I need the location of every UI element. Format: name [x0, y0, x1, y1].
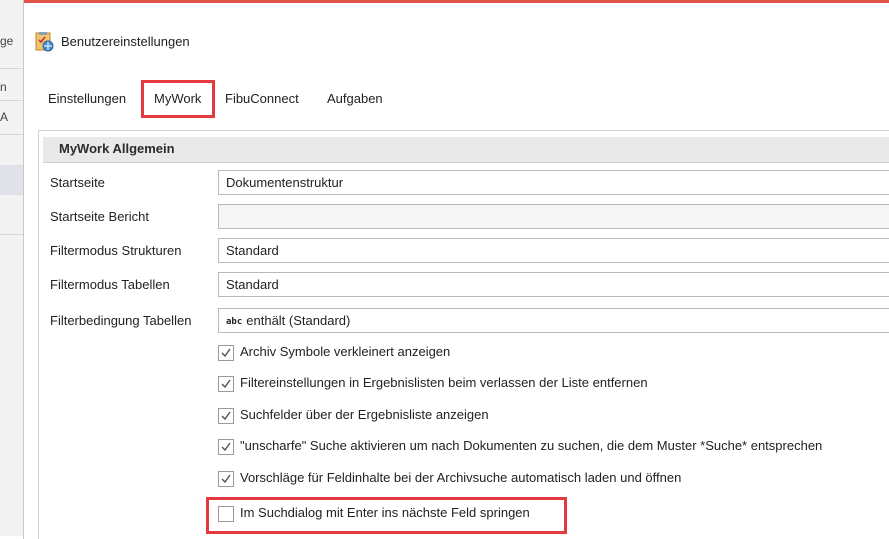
abc-text-icon: abc: [226, 317, 243, 327]
divider: [0, 100, 23, 101]
filtermodus-tabellen-dropdown[interactable]: Standard: [218, 272, 889, 297]
background-window: ge n A: [0, 0, 23, 536]
checkmark-icon: [221, 348, 231, 358]
background-selected-row: [0, 165, 23, 195]
checkbox-label: Vorschläge für Feldinhalte bei der Archi…: [240, 470, 682, 485]
checkbox-label: "unscharfe" Suche aktivieren um nach Dok…: [240, 438, 823, 453]
user-settings-icon: [33, 31, 55, 53]
checkbox-label: Filtereinstellungen in Ergebnislisten be…: [240, 375, 648, 390]
checkmark-icon: [221, 379, 231, 389]
label-filtermodus-tabellen: Filtermodus Tabellen: [50, 277, 170, 292]
background-text-fragment: A: [0, 110, 9, 124]
divider: [0, 234, 23, 235]
checkbox[interactable]: [218, 345, 234, 361]
tab-einstellungen[interactable]: Einstellungen: [48, 91, 126, 106]
label-filtermodus-strukturen: Filtermodus Strukturen: [50, 243, 182, 258]
tab-aufgaben[interactable]: Aufgaben: [327, 91, 383, 106]
settings-dialog: Benutzereinstellungen Einstellungen MyWo…: [23, 0, 889, 539]
checkbox-highlight-annotation: [206, 497, 567, 534]
checkmark-icon: [221, 442, 231, 452]
label-startseite-bericht: Startseite Bericht: [50, 209, 149, 224]
startseite-bericht-field[interactable]: [218, 204, 889, 229]
label-filterbedingung-tabellen: Filterbedingung Tabellen: [50, 313, 192, 328]
group-title: MyWork Allgemein: [59, 141, 175, 156]
background-text-fragment: ge: [0, 34, 14, 48]
dialog-titlebar: Benutzereinstellungen: [23, 3, 889, 52]
divider: [0, 68, 23, 69]
background-text-fragment: n: [0, 80, 7, 94]
group-header: MyWork Allgemein: [43, 137, 889, 163]
startseite-dropdown[interactable]: Dokumentenstruktur: [218, 170, 889, 195]
filterbedingung-tabellen-dropdown[interactable]: abc enthält (Standard): [218, 308, 889, 333]
filterbedingung-value: enthält (Standard): [246, 313, 351, 328]
filtermodus-strukturen-dropdown[interactable]: Standard: [218, 238, 889, 263]
checkmark-icon: [221, 411, 231, 421]
checkbox[interactable]: [218, 439, 234, 455]
tab-fibuconnect[interactable]: FibuConnect: [225, 91, 299, 106]
tab-highlight-annotation: [141, 80, 215, 118]
label-startseite: Startseite: [50, 175, 105, 190]
checkbox-label: Suchfelder über der Ergebnisliste anzeig…: [240, 407, 489, 422]
checkbox[interactable]: [218, 376, 234, 392]
checkbox[interactable]: [218, 408, 234, 424]
checkmark-icon: [221, 474, 231, 484]
checkbox-label: Archiv Symbole verkleinert anzeigen: [240, 344, 451, 359]
checkbox[interactable]: [218, 471, 234, 487]
divider: [0, 134, 23, 135]
dialog-title: Benutzereinstellungen: [61, 34, 190, 49]
